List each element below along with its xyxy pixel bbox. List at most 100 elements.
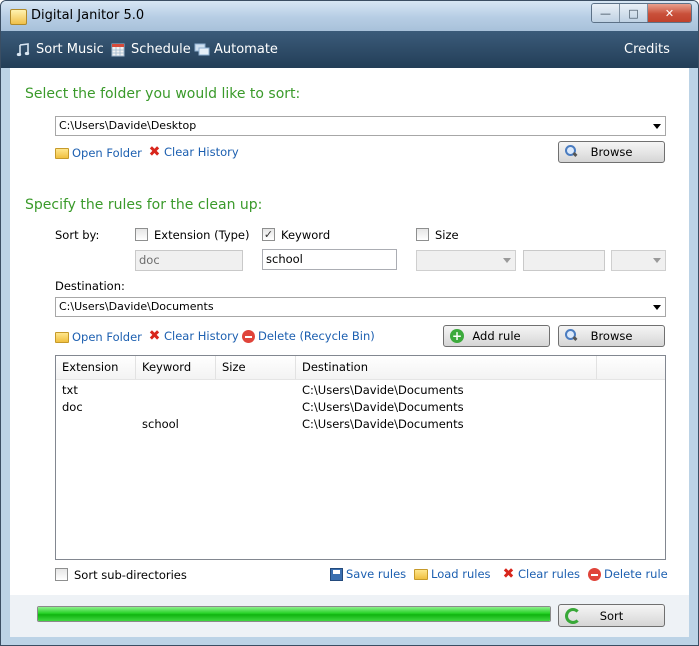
nav-schedule[interactable]: Schedule [111, 42, 191, 57]
cell-size [216, 382, 296, 399]
rules-list[interactable]: Extension Keyword Size Destination txt C… [55, 355, 666, 560]
close-button[interactable]: ✕ [648, 4, 691, 22]
delete-rule-link[interactable]: Delete rule [588, 567, 668, 581]
table-row[interactable]: school C:\Users\Davide\Documents [56, 416, 665, 433]
dest-open-folder-label: Open Folder [72, 330, 142, 344]
keyword-label: Keyword [281, 228, 331, 242]
cell-extension: txt [62, 383, 78, 397]
folder-icon [55, 147, 69, 159]
source-browse-button[interactable]: Browse [558, 141, 665, 163]
source-clear-history-label: Clear History [164, 145, 239, 159]
extension-checkbox[interactable] [135, 228, 148, 241]
cell-keyword: school [142, 417, 179, 431]
calendar-icon [111, 43, 125, 57]
source-browse-label: Browse [590, 145, 633, 159]
nav-credits[interactable]: Credits [624, 42, 670, 57]
save-icon [330, 567, 343, 581]
size-value-input[interactable] [523, 250, 605, 271]
add-rule-label: Add rule [472, 329, 521, 343]
dest-delete-link[interactable]: Delete (Recycle Bin) [242, 329, 375, 343]
title-bar[interactable]: Digital Janitor 5.0 — □ ✕ [1, 1, 698, 31]
progress-fill [38, 607, 550, 621]
sort-button[interactable]: Sort [558, 604, 665, 627]
cell-destination: C:\Users\Davide\Documents [302, 383, 464, 397]
delete-icon [588, 567, 601, 581]
destination-combo[interactable]: C:\Users\Davide\Documents [55, 297, 666, 317]
extension-input[interactable]: doc [135, 250, 243, 271]
source-folder-value: C:\Users\Davide\Desktop [59, 119, 197, 132]
dropdown-arrow-icon[interactable] [653, 305, 661, 310]
column-header-extension[interactable]: Extension [56, 356, 136, 379]
column-header-destination[interactable]: Destination [296, 356, 597, 379]
destination-value: C:\Users\Davide\Documents [59, 300, 214, 313]
rules-heading: Specify the rules for the clean up: [25, 197, 263, 213]
delete-icon [242, 329, 255, 343]
save-rules-link[interactable]: Save rules [330, 567, 406, 581]
dest-browse-label: Browse [590, 329, 633, 343]
folder-icon [414, 568, 428, 580]
dropdown-arrow-icon[interactable] [503, 258, 511, 263]
dest-open-folder-link[interactable]: Open Folder [55, 330, 142, 344]
cell-keyword [136, 382, 216, 399]
dest-clear-history-link[interactable]: ✖ Clear History [148, 327, 239, 344]
nav-sort-music-label: Sort Music [36, 42, 104, 57]
column-header-keyword[interactable]: Keyword [136, 356, 216, 379]
cell-extension [56, 416, 136, 433]
source-clear-history-link[interactable]: ✖ Clear History [148, 145, 239, 160]
cell-keyword [136, 399, 216, 416]
source-heading: Select the folder you would like to sort… [25, 86, 301, 102]
cell-destination: C:\Users\Davide\Documents [302, 400, 464, 414]
keyword-checkbox[interactable]: ✓ [262, 228, 275, 241]
dest-clear-history-label: Clear History [164, 329, 239, 343]
extension-label: Extension (Type) [154, 228, 250, 242]
table-row[interactable]: txt C:\Users\Davide\Documents [56, 382, 665, 399]
dest-browse-button[interactable]: Browse [558, 325, 665, 347]
progress-bar [37, 606, 551, 622]
cell-extension: doc [62, 400, 83, 414]
app-window: Digital Janitor 5.0 — □ ✕ Sort Music Sch… [0, 0, 699, 646]
load-rules-label: Load rules [431, 567, 491, 581]
minimize-button[interactable]: — [592, 4, 620, 22]
folder-icon [55, 331, 69, 343]
size-checkbox[interactable] [416, 228, 429, 241]
app-icon [10, 9, 27, 25]
nav-schedule-label: Schedule [131, 42, 191, 57]
window-title: Digital Janitor 5.0 [31, 8, 145, 23]
sort-subdirs-label: Sort sub-directories [74, 568, 187, 582]
maximize-button[interactable]: □ [620, 4, 648, 22]
size-operator-combo[interactable] [416, 250, 516, 271]
sort-subdirs-checkbox[interactable] [55, 568, 68, 581]
clear-rules-link[interactable]: ✖ Clear rules [502, 567, 581, 582]
list-header: Extension Keyword Size Destination [56, 356, 665, 380]
clear-rules-label: Clear rules [518, 567, 581, 581]
nav-automate[interactable]: Automate [194, 42, 278, 57]
source-open-folder-link[interactable]: Open Folder [55, 146, 142, 160]
size-unit-combo[interactable] [611, 250, 666, 271]
bottom-bar: Sort [10, 595, 689, 637]
sort-by-label: Sort by: [55, 228, 100, 242]
size-label: Size [435, 228, 459, 242]
dropdown-arrow-icon[interactable] [653, 258, 661, 263]
nav-automate-label: Automate [214, 42, 278, 57]
add-rule-button[interactable]: + Add rule [443, 325, 550, 347]
dropdown-arrow-icon[interactable] [653, 124, 661, 129]
window-controls: — □ ✕ [591, 3, 692, 23]
delete-rule-label: Delete rule [604, 567, 668, 581]
nav-bar: Sort Music Schedule Automate Credits [1, 31, 698, 68]
dest-delete-label: Delete (Recycle Bin) [258, 329, 375, 343]
nav-sort-music[interactable]: Sort Music [16, 42, 104, 57]
sync-icon [565, 608, 581, 624]
column-header-size[interactable]: Size [216, 356, 296, 379]
cell-size [216, 399, 296, 416]
magnifier-icon [565, 145, 577, 157]
magnifier-icon [565, 329, 577, 341]
red-x-icon: ✖ [148, 327, 161, 344]
keyword-input[interactable]: school [262, 249, 397, 270]
minimize-icon: — [600, 6, 611, 20]
load-rules-link[interactable]: Load rules [414, 567, 491, 581]
table-row[interactable]: doc C:\Users\Davide\Documents [56, 399, 665, 416]
source-folder-combo[interactable]: C:\Users\Davide\Desktop [55, 116, 666, 136]
destination-label: Destination: [55, 279, 125, 293]
cell-destination: C:\Users\Davide\Documents [302, 417, 464, 431]
add-icon: + [450, 329, 464, 343]
